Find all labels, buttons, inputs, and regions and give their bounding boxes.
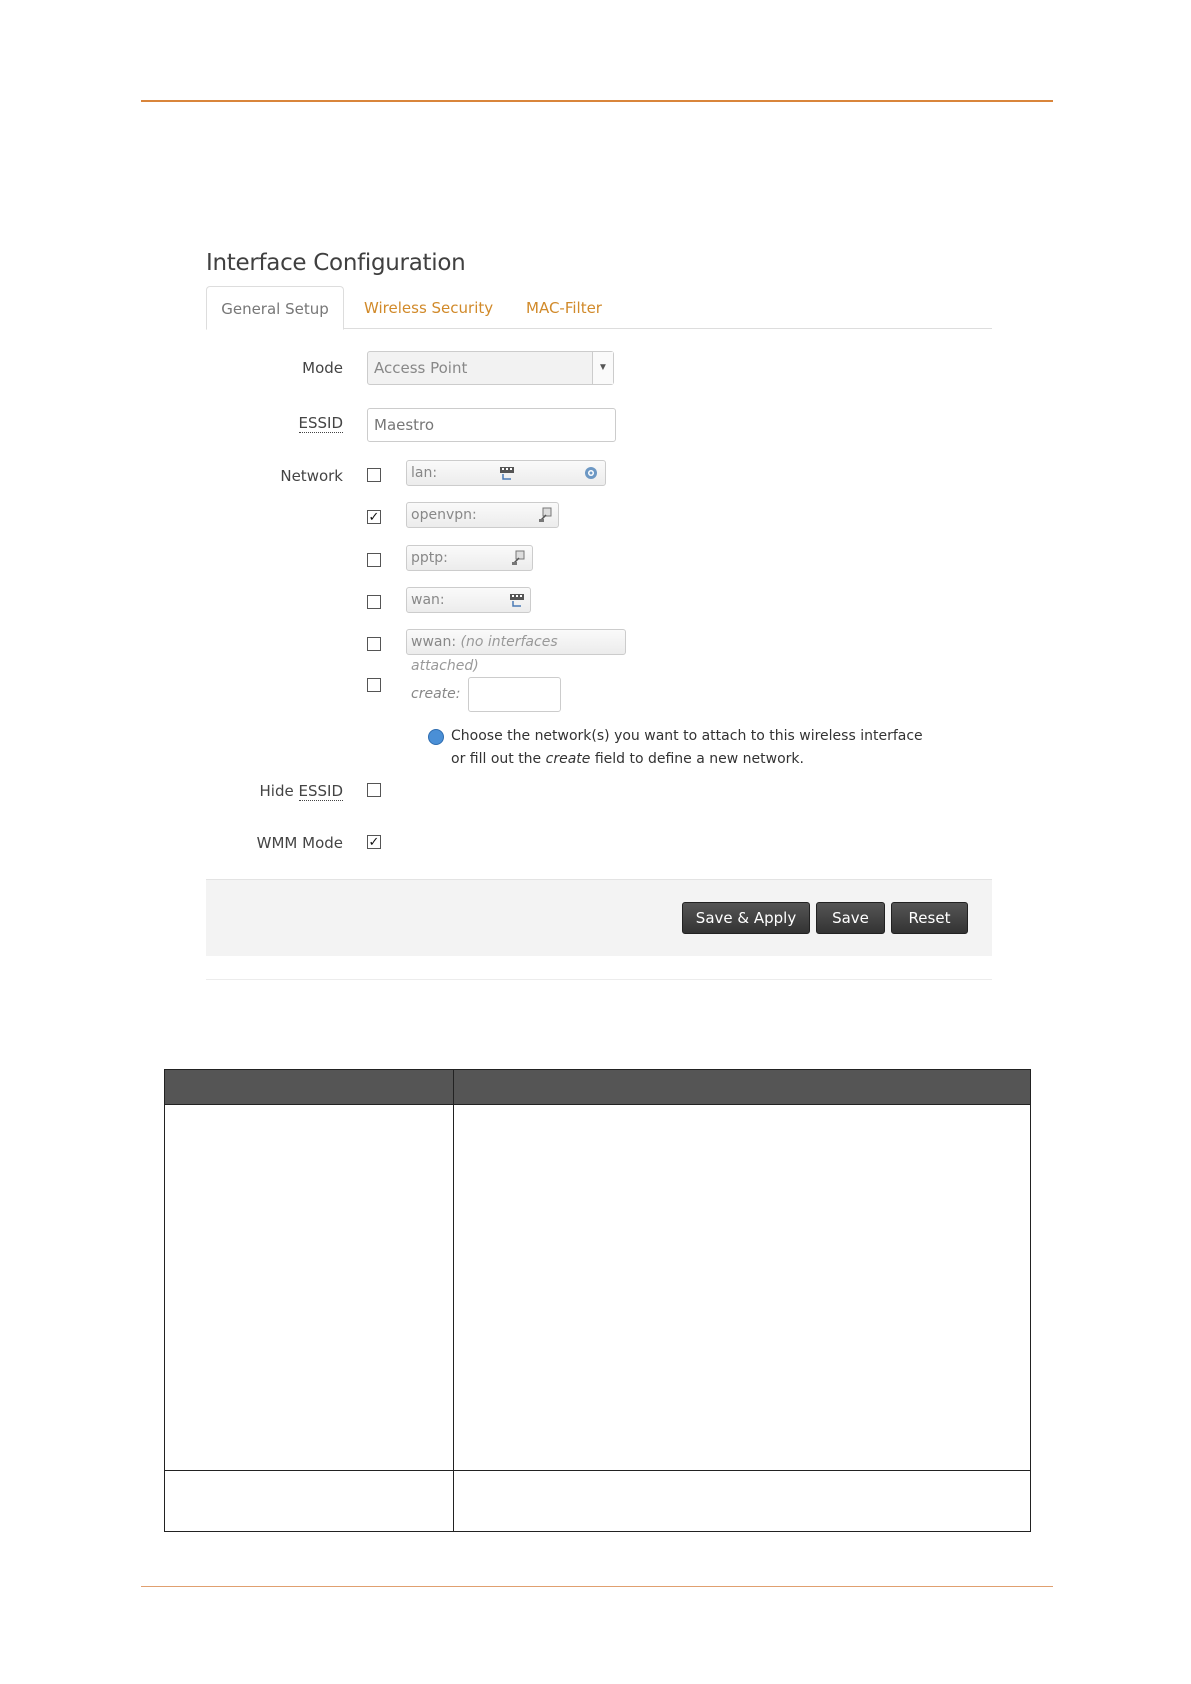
save-apply-button[interactable]: Save & Apply xyxy=(682,902,810,934)
ethernet-icon xyxy=(509,592,525,608)
create-network-input[interactable] xyxy=(468,677,561,712)
ethernet-icon xyxy=(499,465,515,481)
network-option-lan: lan: xyxy=(406,460,606,486)
table-cell xyxy=(164,1104,454,1471)
tunnel-icon xyxy=(511,550,527,566)
page-title: Interface Configuration xyxy=(206,250,466,276)
table-cell xyxy=(453,1104,1031,1471)
create-label: create: xyxy=(411,686,461,702)
hide-essid-label-text: Hide xyxy=(259,782,299,800)
network-hint: Choose the network(s) you want to attach… xyxy=(428,725,923,771)
section-divider xyxy=(206,979,992,980)
table-header-cell xyxy=(453,1069,1031,1105)
network-checkbox-create[interactable] xyxy=(367,678,381,692)
network-checkbox-openvpn[interactable]: ✓ xyxy=(367,510,381,524)
footer-rule xyxy=(141,1586,1053,1587)
hint-text: or fill out the xyxy=(451,751,546,767)
mode-value: Access Point xyxy=(374,359,468,377)
hint-text: field to define a new network. xyxy=(590,751,804,767)
hide-essid-label: Hide ESSID xyxy=(259,782,343,801)
hint-line-1: Choose the network(s) you want to attach… xyxy=(451,728,923,744)
essid-input[interactable] xyxy=(368,409,610,441)
network-option-pptp: pptp: xyxy=(406,545,533,571)
network-label: Network xyxy=(280,467,343,485)
table-row xyxy=(164,1104,1031,1471)
network-name-wan: wan: xyxy=(411,592,445,608)
tab-wireless-security[interactable]: Wireless Security xyxy=(364,286,493,328)
wmm-mode-checkbox[interactable]: ✓ xyxy=(367,835,381,849)
tunnel-icon xyxy=(538,507,554,523)
essid-field[interactable] xyxy=(367,408,616,442)
network-option-wwan: wwan: (no interfaces attached) xyxy=(406,629,626,674)
network-name-wwan: wwan: xyxy=(411,634,457,650)
network-name-pptp: pptp: xyxy=(411,550,448,566)
reset-button[interactable]: Reset xyxy=(891,902,968,934)
chevron-down-icon[interactable]: ▼ xyxy=(592,352,613,384)
network-checkbox-wwan[interactable] xyxy=(367,637,381,651)
wifi-icon xyxy=(583,465,599,481)
tab-bar: General Setup Wireless Security MAC-Filt… xyxy=(206,286,992,330)
network-option-wan: wan: xyxy=(406,587,531,613)
form-actions-bar: Save & Apply Save Reset xyxy=(206,879,992,956)
mode-select[interactable]: Access Point ▼ xyxy=(367,351,614,385)
wmm-mode-label: WMM Mode xyxy=(256,834,343,852)
hint-line-2: or fill out the create field to define a… xyxy=(428,748,923,771)
table-header-cell xyxy=(164,1069,454,1105)
info-icon xyxy=(428,729,444,745)
table-cell xyxy=(164,1470,454,1532)
table-cell xyxy=(453,1470,1031,1532)
network-checkbox-pptp[interactable] xyxy=(367,553,381,567)
hide-essid-checkbox[interactable] xyxy=(367,783,381,797)
network-name-openvpn: openvpn: xyxy=(411,507,477,523)
essid-label: ESSID xyxy=(298,414,343,433)
network-checkbox-wan[interactable] xyxy=(367,595,381,609)
save-button[interactable]: Save xyxy=(816,902,885,934)
mode-label: Mode xyxy=(302,359,343,377)
table-row xyxy=(164,1470,1031,1532)
tab-general-setup[interactable]: General Setup xyxy=(206,286,344,330)
tab-mac-filter[interactable]: MAC-Filter xyxy=(526,286,602,328)
network-name-lan: lan: xyxy=(411,465,438,481)
hide-essid-abbr: ESSID xyxy=(298,782,343,801)
hint-emphasis: create xyxy=(545,751,591,767)
network-option-openvpn: openvpn: xyxy=(406,502,559,528)
essid-label-text: ESSID xyxy=(298,414,343,433)
header-rule xyxy=(141,100,1053,102)
table-header-row xyxy=(164,1069,1031,1105)
parameter-table xyxy=(164,1069,1031,1532)
network-checkbox-lan[interactable] xyxy=(367,468,381,482)
